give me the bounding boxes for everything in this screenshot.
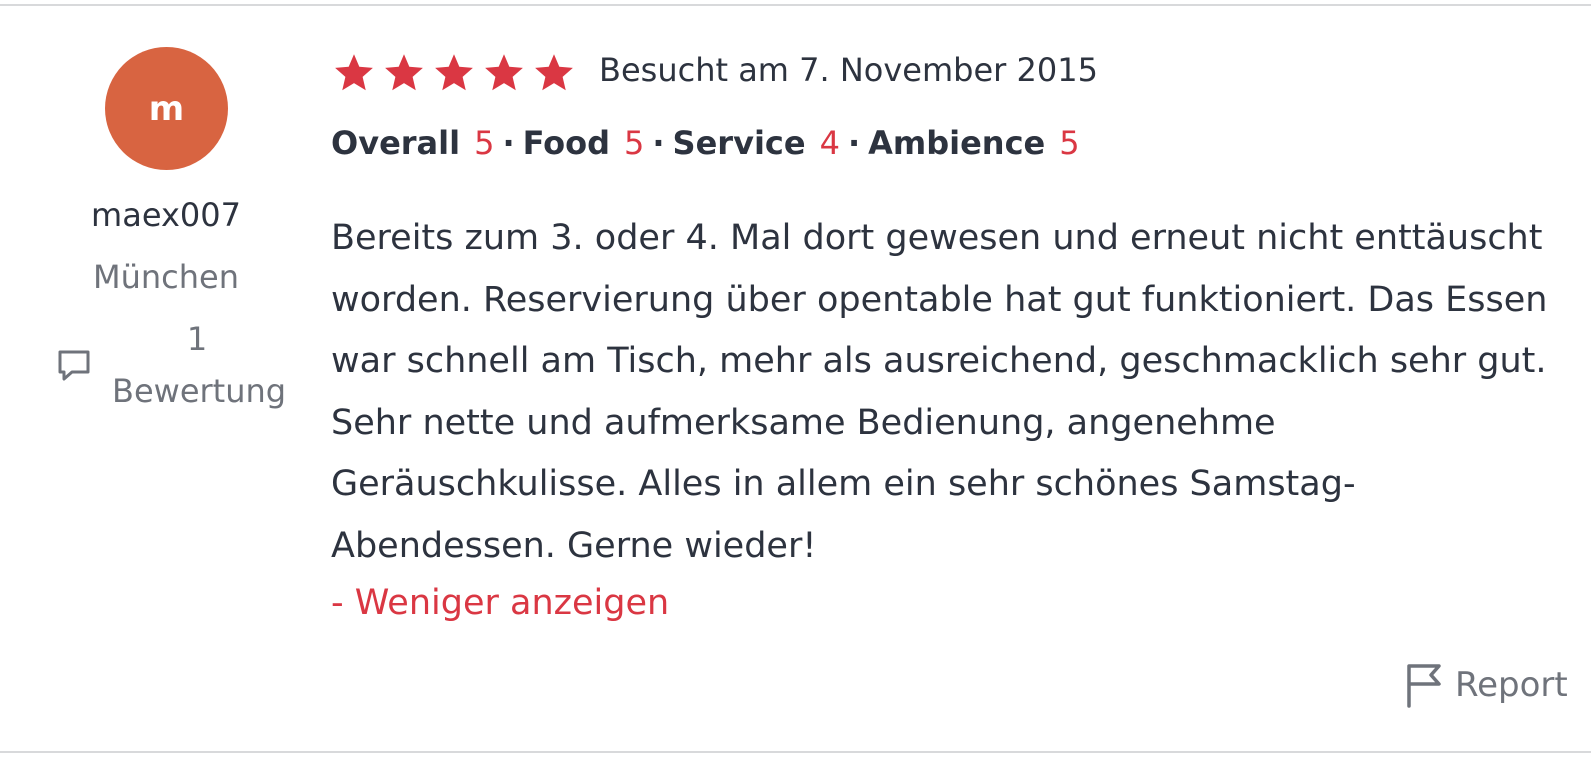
- rating-label-overall: Overall: [331, 124, 461, 162]
- reviewer-username[interactable]: maex007: [40, 196, 292, 234]
- visit-date: Besucht am 7. November 2015: [599, 51, 1098, 89]
- show-less-link[interactable]: - Weniger anzeigen: [331, 583, 669, 623]
- report-label: Report: [1455, 665, 1568, 705]
- avatar: m: [105, 47, 228, 170]
- rating-label-ambience: Ambience: [868, 124, 1046, 162]
- bottom-divider: [0, 751, 1591, 753]
- review-text-line: Sehr nette und aufmerksame Bedienung, an…: [331, 402, 1276, 443]
- rating-value-service: 4: [819, 124, 840, 162]
- review-text-line: Geräuschkulisse. Alles in allem ein sehr…: [331, 464, 1356, 504]
- rating-value-food: 5: [624, 124, 645, 162]
- reviewer-location: München: [92, 258, 239, 296]
- rating-separator: ·: [502, 124, 515, 162]
- star-icon: [385, 54, 423, 91]
- rating-value-overall: 5: [474, 124, 495, 162]
- review-count-number: 1: [186, 320, 208, 358]
- rating-value-ambience: 5: [1059, 124, 1080, 162]
- rating-label-food: Food: [522, 124, 611, 162]
- star-icon: [535, 54, 573, 91]
- report-button[interactable]: Report: [1405, 662, 1568, 708]
- star-icon: [485, 54, 523, 91]
- review-text-line: Abendessen. Gerne wieder!: [331, 525, 817, 566]
- review-count: 1 Bewertung: [56, 318, 292, 418]
- rating-separator: ·: [652, 124, 665, 162]
- review-text-line: worden. Reservierung über opentable hat …: [331, 279, 1548, 320]
- category-ratings: Overall 5 · Food 5 · Service 4 · Ambience 5: [331, 124, 1080, 162]
- rating-label-service: Service: [672, 124, 806, 162]
- star-icon: [335, 54, 373, 91]
- rating-separator: ·: [847, 124, 861, 162]
- review-text-line: war schnell am Tisch, mehr als ausreiche…: [331, 341, 1547, 381]
- star-rating: [331, 51, 577, 95]
- star-icon: [435, 54, 473, 91]
- avatar-initial: m: [148, 88, 185, 129]
- top-divider: [0, 4, 1591, 6]
- review-text: Bereits zum 3. oder 4. Mal dort gewesen …: [331, 208, 1566, 577]
- comment-icon: [58, 350, 90, 381]
- review-text-line: Bereits zum 3. oder 4. Mal dort gewesen …: [331, 218, 1543, 258]
- flag-icon: [1407, 664, 1441, 708]
- review-count-label: Bewertung: [112, 372, 287, 410]
